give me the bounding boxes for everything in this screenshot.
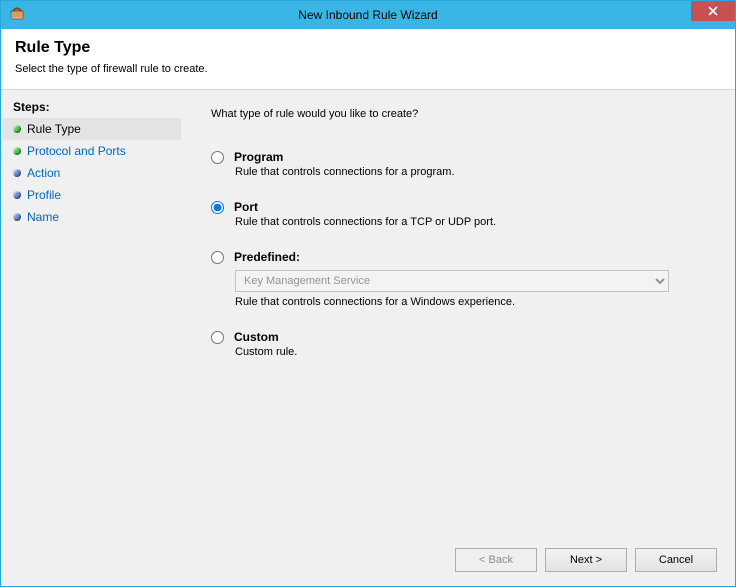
steps-sidebar: Steps: Rule Type Protocol and Ports Acti… <box>1 90 183 586</box>
option-custom: Custom Custom rule. <box>211 330 707 358</box>
radio-custom[interactable] <box>211 331 224 344</box>
step-bullet-icon <box>13 213 21 221</box>
option-custom-desc: Custom rule. <box>235 346 707 358</box>
step-label: Action <box>27 166 60 180</box>
option-port-label: Port <box>234 200 258 214</box>
step-bullet-icon <box>13 169 21 177</box>
window-title: New Inbound Rule Wizard <box>1 8 735 22</box>
step-name[interactable]: Name <box>3 206 181 228</box>
option-program-desc: Rule that controls connections for a pro… <box>235 166 707 178</box>
option-program: Program Rule that controls connections f… <box>211 150 707 178</box>
app-icon <box>9 6 25 25</box>
option-program-label: Program <box>234 150 283 164</box>
predefined-select: Key Management Service <box>235 270 669 292</box>
radio-predefined[interactable] <box>211 251 224 264</box>
close-button[interactable] <box>691 1 735 21</box>
option-predefined: Predefined: Key Management Service Rule … <box>211 250 707 308</box>
option-port-row[interactable]: Port <box>211 200 707 214</box>
step-profile[interactable]: Profile <box>3 184 181 206</box>
step-label: Protocol and Ports <box>27 144 126 158</box>
question-text: What type of rule would you like to crea… <box>211 108 707 120</box>
page-title: Rule Type <box>15 39 721 57</box>
titlebar: New Inbound Rule Wizard <box>1 1 735 29</box>
step-bullet-icon <box>13 125 21 133</box>
option-predefined-row[interactable]: Predefined: <box>211 250 707 264</box>
step-label: Rule Type <box>27 122 81 136</box>
next-button[interactable]: Next > <box>545 548 627 572</box>
wizard-header: Rule Type Select the type of firewall ru… <box>1 29 735 90</box>
steps-heading: Steps: <box>3 98 181 118</box>
back-button: < Back <box>455 548 537 572</box>
wizard-content: What type of rule would you like to crea… <box>183 90 735 586</box>
radio-port[interactable] <box>211 201 224 214</box>
option-custom-row[interactable]: Custom <box>211 330 707 344</box>
step-bullet-icon <box>13 191 21 199</box>
option-port: Port Rule that controls connections for … <box>211 200 707 228</box>
wizard-window: New Inbound Rule Wizard Rule Type Select… <box>0 0 736 587</box>
option-predefined-desc: Rule that controls connections for a Win… <box>235 296 707 308</box>
step-action[interactable]: Action <box>3 162 181 184</box>
step-label: Profile <box>27 188 61 202</box>
cancel-button[interactable]: Cancel <box>635 548 717 572</box>
option-program-row[interactable]: Program <box>211 150 707 164</box>
step-bullet-icon <box>13 147 21 155</box>
step-rule-type[interactable]: Rule Type <box>3 118 181 140</box>
step-protocol-and-ports[interactable]: Protocol and Ports <box>3 140 181 162</box>
wizard-buttons: < Back Next > Cancel <box>455 548 717 572</box>
option-custom-label: Custom <box>234 330 279 344</box>
option-port-desc: Rule that controls connections for a TCP… <box>235 216 707 228</box>
step-label: Name <box>27 210 59 224</box>
radio-program[interactable] <box>211 151 224 164</box>
wizard-body: Steps: Rule Type Protocol and Ports Acti… <box>1 90 735 586</box>
page-subtitle: Select the type of firewall rule to crea… <box>15 63 721 75</box>
option-predefined-label: Predefined: <box>234 250 300 264</box>
